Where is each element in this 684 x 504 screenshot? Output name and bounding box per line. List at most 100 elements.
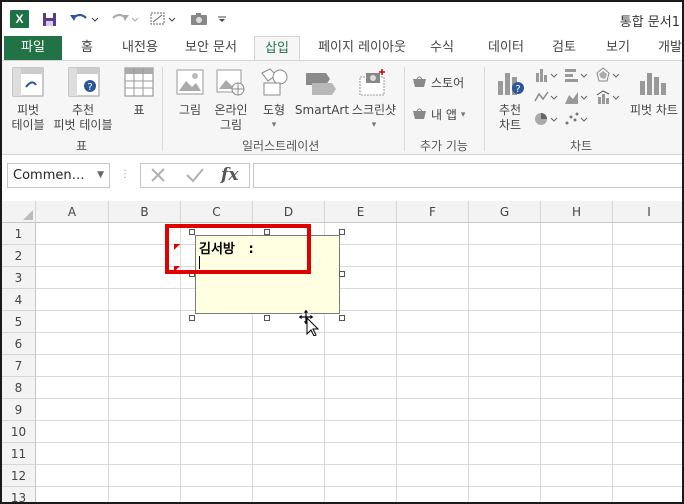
column-header-c[interactable]: C bbox=[181, 201, 253, 223]
column-header-a[interactable]: A bbox=[36, 201, 109, 223]
pie-chart-icon[interactable] bbox=[534, 111, 558, 130]
row-header-10[interactable]: 10 bbox=[2, 421, 36, 443]
excel-logo-icon: X bbox=[10, 10, 29, 28]
tab-view[interactable]: 보기 bbox=[602, 36, 634, 60]
grid-line bbox=[36, 244, 682, 245]
column-header-g[interactable]: G bbox=[469, 201, 541, 223]
screenshot-label: 스크린샷 bbox=[351, 103, 397, 117]
row-header-4[interactable]: 4 bbox=[2, 289, 36, 311]
redo-icon[interactable] bbox=[108, 9, 140, 29]
tab-review[interactable]: 검토 bbox=[548, 36, 580, 60]
pivot-chart-button[interactable]: 피벗 차트 bbox=[630, 103, 682, 118]
store-icon bbox=[412, 75, 427, 92]
svg-text:?: ? bbox=[515, 84, 520, 95]
grid-line bbox=[36, 288, 682, 289]
name-box-dropdown-icon[interactable]: ▼ bbox=[97, 164, 104, 187]
shapes-label: 도형 bbox=[262, 103, 286, 117]
row-header-1[interactable]: 1 bbox=[2, 223, 36, 245]
tab-file[interactable]: 파일 bbox=[4, 36, 62, 60]
online-picture-button[interactable]: 온라인 그림 bbox=[208, 103, 254, 133]
group-separator bbox=[404, 67, 405, 151]
undo-icon[interactable] bbox=[66, 9, 100, 29]
bar-chart-icon[interactable] bbox=[564, 67, 588, 86]
screenshot-icon bbox=[358, 67, 388, 100]
tab-insert[interactable]: 삽입 bbox=[254, 36, 300, 61]
shapes-button[interactable]: 도형 ▾ bbox=[258, 103, 290, 133]
smartart-icon bbox=[304, 69, 338, 100]
smartart-button[interactable]: SmartArt bbox=[294, 103, 350, 118]
name-box-value: Commen… bbox=[13, 168, 85, 183]
save-icon[interactable] bbox=[38, 9, 60, 29]
resize-handle[interactable] bbox=[339, 271, 345, 277]
grid-line bbox=[36, 420, 682, 421]
row-header-5[interactable]: 5 bbox=[2, 311, 36, 333]
row-header-2[interactable]: 2 bbox=[2, 245, 36, 267]
picture-button[interactable]: 그림 bbox=[172, 103, 208, 118]
table-icon bbox=[124, 67, 154, 100]
camera-icon[interactable] bbox=[188, 9, 210, 29]
row-header-6[interactable]: 6 bbox=[2, 333, 36, 355]
resize-handle[interactable] bbox=[339, 229, 345, 235]
column-header-i[interactable]: I bbox=[613, 201, 682, 223]
row-header-8[interactable]: 8 bbox=[2, 377, 36, 399]
combo-chart-icon[interactable] bbox=[596, 89, 620, 108]
row-header-13[interactable]: 13 bbox=[2, 487, 36, 502]
radar-chart-icon[interactable] bbox=[596, 67, 620, 86]
row-header-11[interactable]: 11 bbox=[2, 443, 36, 465]
worksheet-grid[interactable]: A B C D E F G H I 1 2 3 4 5 6 7 8 9 10 1… bbox=[2, 201, 682, 502]
tab-security[interactable]: 보안 문서 bbox=[178, 36, 244, 60]
row-header-3[interactable]: 3 bbox=[2, 267, 36, 289]
name-box[interactable]: Commen… ▼ bbox=[7, 163, 110, 188]
select-all-corner[interactable] bbox=[2, 201, 36, 223]
recommended-charts-label-2: 차트 bbox=[498, 118, 522, 132]
pivot-table-button[interactable]: 피벗 테이블 bbox=[6, 103, 50, 133]
column-header-h[interactable]: H bbox=[541, 201, 613, 223]
scatter-chart-icon[interactable] bbox=[564, 111, 588, 130]
table-button[interactable]: 표 bbox=[126, 103, 152, 118]
tab-data[interactable]: 데이터 bbox=[484, 36, 528, 60]
tab-mine[interactable]: 내전용 bbox=[114, 36, 166, 60]
move-cursor-icon bbox=[297, 308, 320, 336]
store-button[interactable]: 스토어 bbox=[412, 75, 476, 92]
highlight-box bbox=[165, 224, 311, 274]
resize-handle[interactable] bbox=[264, 315, 270, 321]
resize-handle[interactable] bbox=[189, 315, 195, 321]
tab-formulas[interactable]: 수식 bbox=[426, 36, 458, 60]
tab-developer[interactable]: 개발 bbox=[654, 36, 682, 60]
column-chart-icon[interactable] bbox=[534, 67, 558, 86]
tab-home[interactable]: 홈 bbox=[72, 36, 102, 60]
recommended-pivot-label-1: 추천 bbox=[71, 103, 95, 117]
row-header-12[interactable]: 12 bbox=[2, 465, 36, 487]
cancel-icon[interactable] bbox=[149, 166, 167, 187]
formula-buttons: fx bbox=[140, 163, 250, 188]
resize-handle[interactable] bbox=[339, 315, 345, 321]
recommended-pivot-button[interactable]: 추천 피벗 테이블 bbox=[48, 103, 118, 133]
recommended-charts-icon: ? bbox=[496, 67, 526, 100]
shapes-icon[interactable] bbox=[148, 9, 178, 29]
my-apps-icon bbox=[412, 107, 427, 124]
grid-line bbox=[36, 486, 682, 487]
grid-line bbox=[36, 310, 682, 311]
enter-icon[interactable] bbox=[185, 166, 205, 187]
my-apps-button[interactable]: 내 앱 ▾ bbox=[412, 107, 476, 124]
window-title: 통합 문서1 bbox=[619, 15, 680, 30]
row-header-9[interactable]: 9 bbox=[2, 399, 36, 421]
customize-icon[interactable] bbox=[214, 9, 230, 29]
recommended-pivot-icon: ? bbox=[68, 67, 100, 100]
picture-icon bbox=[176, 67, 204, 100]
recommended-pivot-label-2: 피벗 테이블 bbox=[53, 118, 113, 132]
column-header-f[interactable]: F bbox=[397, 201, 469, 223]
column-header-e[interactable]: E bbox=[325, 201, 397, 223]
insert-function-icon[interactable]: fx bbox=[221, 165, 238, 185]
my-apps-dropdown-icon: ▾ bbox=[460, 110, 466, 120]
row-header-7[interactable]: 7 bbox=[2, 355, 36, 377]
formula-input[interactable] bbox=[253, 163, 682, 188]
area-chart-icon[interactable] bbox=[564, 89, 588, 108]
recommended-charts-button[interactable]: 추천 차트 bbox=[490, 103, 530, 133]
line-chart-icon[interactable] bbox=[534, 89, 558, 108]
pivot-table-label-1: 피벗 bbox=[16, 103, 40, 117]
screenshot-button[interactable]: 스크린샷 ▾ bbox=[348, 103, 400, 133]
column-header-d[interactable]: D bbox=[253, 201, 325, 223]
tab-page-layout[interactable]: 페이지 레이아웃 bbox=[312, 36, 412, 60]
column-header-b[interactable]: B bbox=[109, 201, 181, 223]
